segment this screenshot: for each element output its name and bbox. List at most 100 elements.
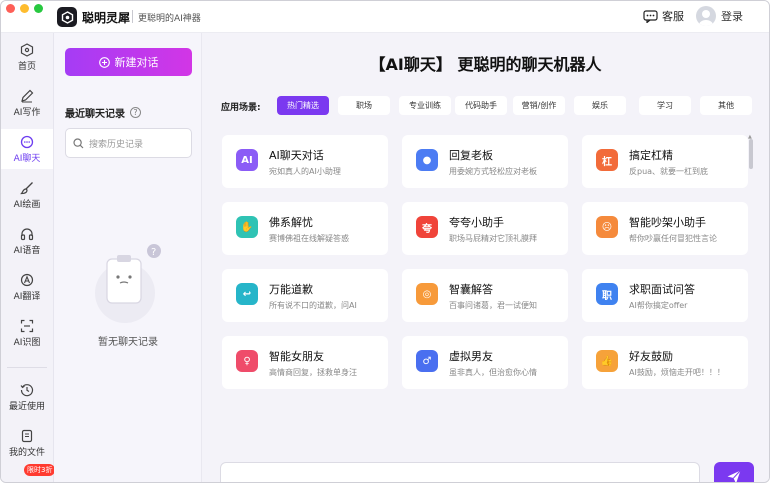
home-icon xyxy=(20,42,34,57)
svg-text:?: ? xyxy=(151,247,156,258)
nav-item-ai-voice[interactable]: AI语音 xyxy=(1,221,53,261)
message-icon xyxy=(643,9,658,23)
new-chat-button[interactable]: 新建对话 xyxy=(65,48,192,76)
tab-other[interactable]: 其他 xyxy=(700,96,752,115)
login-label: 登录 xyxy=(721,10,743,23)
card-title: 求职面试问答 xyxy=(629,283,695,296)
new-chat-label: 新建对话 xyxy=(114,56,159,69)
history-search-placeholder: 搜索历史记录 xyxy=(89,139,144,150)
praise-icon: 夸 xyxy=(416,216,438,238)
tab-marketing-creation[interactable]: 营销/创作 xyxy=(513,96,565,115)
nav-item-home[interactable]: 首页 xyxy=(1,37,53,77)
app-name: 聪明灵犀 xyxy=(82,11,131,25)
pray-hands-icon: ✋ xyxy=(236,216,258,238)
tab-professional-training[interactable]: 专业训练 xyxy=(399,96,451,115)
card-description: 所有说不口的道歉，问AI xyxy=(269,301,357,310)
boyfriend-icon: ♂ xyxy=(416,350,438,372)
search-icon xyxy=(73,137,84,148)
scenario-card-ai-chat[interactable]: AI AI聊天对话 宛如真人的AI小助理 xyxy=(222,135,388,188)
nav-item-ai-image-recognition[interactable]: AI识图 xyxy=(1,313,53,353)
nav-item-my-files[interactable]: 我的文件 xyxy=(1,423,53,463)
nav-item-label: AI识图 xyxy=(13,337,41,348)
scenario-card-praise-helper[interactable]: 夸 夸夸小助手 职场马屁精对它顶礼膜拜 xyxy=(402,202,568,255)
brush-icon xyxy=(20,181,33,194)
scenario-card-apology[interactable]: ↩ 万能道歉 所有说不口的道歉，问AI xyxy=(222,269,388,322)
nav-item-recent[interactable]: 最近使用 xyxy=(1,377,53,417)
nav-item-label: 我的文件 xyxy=(8,447,45,458)
card-title: 智囊解答 xyxy=(449,283,493,296)
empty-clipboard-icon: ? xyxy=(95,244,161,323)
pen-icon xyxy=(21,89,34,102)
tab-entertainment[interactable]: 娱乐 xyxy=(574,96,626,115)
help-icon[interactable]: ? xyxy=(130,107,141,118)
discount-badge[interactable]: 限时3折 xyxy=(24,464,56,476)
cards-scrollbar[interactable] xyxy=(749,139,753,169)
card-title: 搞定杠精 xyxy=(629,149,673,162)
nav-item-label: 最近使用 xyxy=(8,401,45,412)
card-title: 智能女朋友 xyxy=(269,350,324,363)
scan-icon xyxy=(20,319,34,332)
card-description: AI帮你搞定offer xyxy=(629,301,688,310)
scenario-card-girlfriend[interactable]: ♀ 智能女朋友 高情商回复，拯救单身汪 xyxy=(222,336,388,389)
card-description: 职场马屁精对它顶礼膜拜 xyxy=(449,234,537,243)
tab-workplace[interactable]: 职场 xyxy=(338,96,390,115)
customer-service-button[interactable]: 客服 xyxy=(643,8,684,24)
maximize-window-button[interactable] xyxy=(34,4,43,13)
scenario-card-argue-helper[interactable]: ☹ 智能吵架小助手 帮你吵赢任何冒犯性言论 xyxy=(582,202,748,255)
nav-item-ai-painting[interactable]: AI绘画 xyxy=(1,175,53,215)
scenario-card-job-interview[interactable]: 职 求职面试问答 AI帮你搞定offer xyxy=(582,269,748,322)
login-button[interactable]: 登录 xyxy=(696,6,743,26)
card-description: 帮你吵赢任何冒犯性言论 xyxy=(629,234,717,243)
card-title: 万能道歉 xyxy=(269,283,313,296)
wise-icon: ◎ xyxy=(416,283,438,305)
apology-icon: ↩ xyxy=(236,283,258,305)
scenario-card-zen-relief[interactable]: ✋ 佛系解忧 赛博佛祖在线解疑答惑 xyxy=(222,202,388,255)
scenario-card-friend-encourage[interactable]: 👍 好友鼓励 AI鼓励，烦恼走开吧！！！ xyxy=(582,336,748,389)
nav-divider xyxy=(7,367,47,368)
nav-item-label: AI绘画 xyxy=(13,199,41,210)
boss-icon: ● xyxy=(416,149,438,171)
scenario-card-boyfriend[interactable]: ♂ 虚拟男友 虽非真人，但治愈你心情 xyxy=(402,336,568,389)
app-window: 聪明灵犀 更聪明的AI神器 客服 登录 首页 AI写作 AI聊天 AI绘画 AI… xyxy=(0,0,770,483)
interview-icon: 职 xyxy=(596,283,618,305)
page-title: 【AI聊天】 更聪明的聊天机器人 xyxy=(369,55,602,74)
history-icon xyxy=(20,383,34,396)
tab-study[interactable]: 学习 xyxy=(639,96,691,115)
app-slogan: 更聪明的AI神器 xyxy=(138,14,201,24)
user-icon xyxy=(699,10,713,26)
app-logo-icon xyxy=(57,7,77,27)
history-title: 最近聊天记录 ? xyxy=(65,105,141,120)
scenario-card-handle-troll[interactable]: 杠 搞定杠精 反pua、就要一杠到底 xyxy=(582,135,748,188)
nav-item-label: AI写作 xyxy=(13,107,41,118)
tab-code-assistant[interactable]: 代码助手 xyxy=(455,96,507,115)
card-description: 用委婉方式轻松应对老板 xyxy=(449,167,537,176)
card-description: 虽非真人，但治愈你心情 xyxy=(449,368,537,377)
nav-item-ai-translate[interactable]: AI翻译 xyxy=(1,267,53,307)
nav-rail: 首页 AI写作 AI聊天 AI绘画 AI语音 AI翻译 AI识图 最近使用 我的… xyxy=(1,33,56,482)
minimize-window-button[interactable] xyxy=(20,4,29,13)
tab-hot-picks[interactable]: 热门精选 xyxy=(277,96,329,115)
title-bar: 聪明灵犀 更聪明的AI神器 客服 登录 xyxy=(1,1,769,33)
send-icon xyxy=(727,470,741,482)
scenario-card-wise-answer[interactable]: ◎ 智囊解答 百事问诸葛，君一试便知 xyxy=(402,269,568,322)
chat-icon xyxy=(20,135,34,148)
nav-item-ai-writing[interactable]: AI写作 xyxy=(1,83,53,123)
history-title-text: 最近聊天记录 xyxy=(65,109,125,120)
card-title: 好友鼓励 xyxy=(629,350,673,363)
scenario-card-reply-boss[interactable]: ● 回复老板 用委婉方式轻松应对老板 xyxy=(402,135,568,188)
history-search[interactable]: 搜索历史记录 xyxy=(65,128,192,158)
card-description: 高情商回复，拯救单身汪 xyxy=(269,368,357,377)
chat-input[interactable] xyxy=(220,462,700,482)
send-button[interactable] xyxy=(714,462,754,482)
avatar xyxy=(696,6,716,26)
card-title: 虚拟男友 xyxy=(449,350,493,363)
card-title: 智能吵架小助手 xyxy=(629,216,706,229)
file-icon xyxy=(21,429,33,442)
nav-item-ai-chat[interactable]: AI聊天 xyxy=(1,129,53,169)
thumbs-up-icon: 👍 xyxy=(596,350,618,372)
card-description: 宛如真人的AI小助理 xyxy=(269,167,341,176)
close-window-button[interactable] xyxy=(6,4,15,13)
card-title: 佛系解忧 xyxy=(269,216,313,229)
robot-chat-icon: AI xyxy=(236,149,258,171)
title-divider xyxy=(132,10,133,23)
